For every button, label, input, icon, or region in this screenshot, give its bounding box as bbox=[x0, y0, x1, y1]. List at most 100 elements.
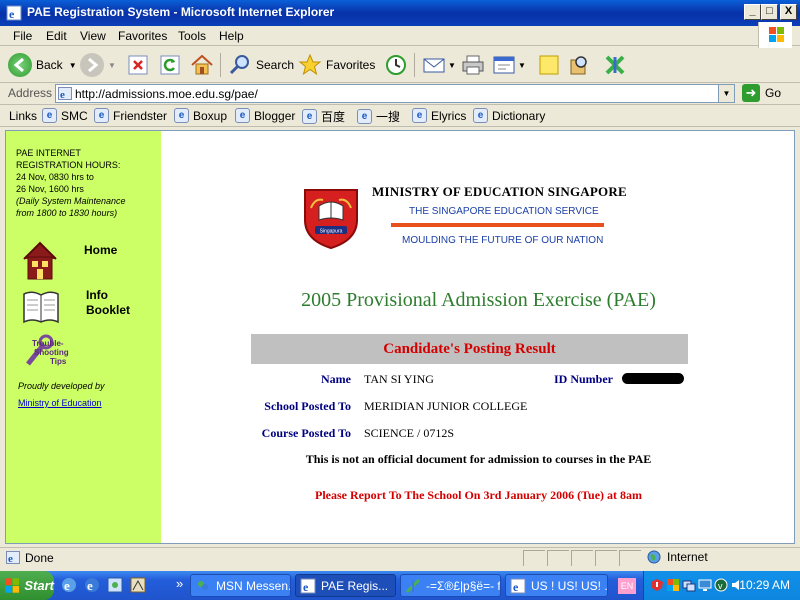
globe-icon bbox=[647, 550, 661, 564]
search-button[interactable]: Search bbox=[228, 52, 294, 78]
link-friendster[interactable]: e Friendster bbox=[94, 108, 167, 123]
messenger-button[interactable] bbox=[604, 52, 626, 78]
edit-dropdown-icon[interactable]: ▼ bbox=[518, 61, 526, 70]
address-input[interactable]: e http://admissions.moe.edu.sg/pae/ ▼ bbox=[55, 84, 735, 103]
address-bar: Address e http://admissions.moe.edu.sg/p… bbox=[0, 83, 800, 105]
task-chat-window[interactable]: -=Σ®£|p§ë=- fr... bbox=[400, 574, 501, 597]
svg-text:v: v bbox=[718, 581, 723, 591]
task-us-window[interactable]: e US ! US! US! ... bbox=[505, 574, 608, 597]
menu-favorites[interactable]: Favorites bbox=[118, 29, 167, 43]
task-pae-registration[interactable]: e PAE Regis... bbox=[295, 574, 396, 597]
header-divider bbox=[391, 223, 604, 227]
forward-button[interactable]: ▼ bbox=[80, 52, 116, 78]
nav-info-booklet[interactable]: Info Booklet bbox=[22, 288, 130, 326]
task-label: -=Σ®£|p§ë=- fr... bbox=[426, 578, 501, 593]
research-icon bbox=[570, 56, 587, 75]
status-cell bbox=[547, 550, 569, 566]
refresh-button[interactable] bbox=[160, 52, 180, 78]
stop-button[interactable] bbox=[128, 52, 148, 78]
id-number-label: ID Number bbox=[554, 372, 613, 386]
troubleshooting-text: Tips bbox=[50, 357, 67, 366]
task-msn-messenger[interactable]: MSN Messen... bbox=[190, 574, 291, 597]
school-label: School Posted To bbox=[264, 399, 351, 413]
svg-text:e: e bbox=[60, 89, 65, 100]
maximize-button[interactable]: □ bbox=[761, 4, 778, 20]
quicklaunch-messenger-icon[interactable] bbox=[106, 576, 124, 594]
edit-button[interactable]: ▼ bbox=[492, 52, 526, 78]
registration-hours: PAE INTERNET REGISTRATION HOURS: 24 Nov,… bbox=[16, 147, 126, 219]
menu-view[interactable]: View bbox=[80, 29, 106, 43]
go-button[interactable]: ➜ Go bbox=[742, 84, 781, 102]
link-boxup[interactable]: e Boxup bbox=[174, 108, 227, 123]
minimize-button[interactable]: _ bbox=[744, 4, 761, 20]
back-label: Back bbox=[36, 58, 63, 72]
ie-task-icon: e bbox=[300, 578, 316, 594]
history-icon bbox=[386, 55, 406, 75]
msn-icon bbox=[198, 580, 208, 590]
mail-button[interactable]: ▼ bbox=[422, 52, 456, 78]
link-blogger[interactable]: e Blogger bbox=[235, 108, 295, 123]
nav-home[interactable]: Home bbox=[20, 239, 117, 283]
nav-troubleshooting-tips[interactable]: Trouble- Shooting Tips bbox=[24, 334, 78, 368]
quicklaunch-ie-icon[interactable]: e bbox=[60, 576, 78, 594]
stop-icon bbox=[128, 55, 148, 75]
link-smc[interactable]: e SMC bbox=[42, 108, 88, 123]
link-dictionary[interactable]: e Dictionary bbox=[473, 108, 545, 123]
menu-file[interactable]: File bbox=[13, 29, 32, 43]
favorites-button[interactable]: Favorites bbox=[298, 52, 375, 78]
security-alert-icon[interactable] bbox=[650, 578, 664, 592]
link-label: 百度 bbox=[321, 110, 346, 124]
ie-link-icon: e bbox=[302, 109, 317, 124]
status-bar: e Done Internet bbox=[0, 547, 800, 567]
close-button[interactable]: X bbox=[780, 4, 797, 20]
disclaimer-notice: This is not an official document for adm… bbox=[305, 452, 652, 466]
link-baidu[interactable]: e 百度 bbox=[302, 108, 345, 125]
taskbar-overflow-chevron[interactable]: » bbox=[176, 576, 183, 591]
ministry-title: MINISTRY OF EDUCATION SINGAPORE bbox=[372, 184, 627, 199]
flag-tray-icon[interactable] bbox=[666, 578, 680, 592]
hours-title: PAE INTERNET bbox=[16, 148, 81, 158]
nav-home-label: Home bbox=[84, 243, 118, 257]
discuss-button[interactable] bbox=[538, 52, 560, 78]
history-button[interactable] bbox=[384, 52, 408, 78]
page-done-icon: e bbox=[6, 551, 20, 564]
quicklaunch-media-icon[interactable] bbox=[129, 576, 147, 594]
print-icon bbox=[462, 55, 484, 75]
ie-link-icon: e bbox=[174, 108, 189, 123]
print-button[interactable] bbox=[461, 52, 485, 78]
mail-dropdown-icon[interactable]: ▼ bbox=[448, 61, 456, 70]
link-yisou[interactable]: e 一搜 bbox=[357, 108, 400, 125]
status-cell bbox=[619, 550, 641, 566]
menu-edit[interactable]: Edit bbox=[46, 29, 67, 43]
forward-arrow-icon bbox=[80, 53, 104, 77]
windows-flag-icon bbox=[5, 578, 20, 593]
start-button[interactable]: Start bbox=[0, 571, 54, 600]
address-dropdown-icon[interactable]: ▼ bbox=[718, 85, 734, 102]
quicklaunch-ie2-icon[interactable]: e bbox=[83, 576, 101, 594]
link-elyrics[interactable]: e Elyrics bbox=[412, 108, 466, 123]
mail-icon bbox=[423, 58, 445, 73]
menu-tools[interactable]: Tools bbox=[178, 29, 206, 43]
go-arrow-icon: ➜ bbox=[742, 84, 760, 102]
result-header: Candidate's Posting Result bbox=[251, 334, 688, 364]
home-toolbar-button[interactable] bbox=[190, 52, 214, 78]
research-button[interactable] bbox=[568, 52, 590, 78]
search-icon bbox=[229, 55, 249, 75]
ministry-motto: MOULDING THE FUTURE OF OUR NATION bbox=[402, 235, 604, 246]
antivirus-icon[interactable]: v bbox=[714, 578, 728, 592]
back-dropdown-icon[interactable]: ▼ bbox=[69, 61, 77, 70]
clock[interactable]: 10:29 AM bbox=[739, 578, 790, 592]
forward-dropdown-icon[interactable]: ▼ bbox=[108, 61, 116, 70]
back-button[interactable]: Back ▼ bbox=[8, 52, 77, 78]
monitor-icon[interactable] bbox=[698, 578, 712, 592]
links-label: Links bbox=[9, 109, 38, 123]
ie-link-icon: e bbox=[357, 109, 372, 124]
moe-crest-logo: Singapura bbox=[304, 189, 358, 250]
menu-help[interactable]: Help bbox=[219, 29, 244, 43]
hours-start: 24 Nov, 0830 hrs to bbox=[16, 172, 94, 182]
ministry-of-education-link[interactable]: Ministry of Education bbox=[18, 398, 102, 408]
language-indicator[interactable]: EN bbox=[618, 578, 636, 594]
network-icon[interactable] bbox=[682, 578, 696, 592]
link-label: 一搜 bbox=[376, 110, 401, 124]
ie-page-icon: e bbox=[6, 5, 22, 21]
